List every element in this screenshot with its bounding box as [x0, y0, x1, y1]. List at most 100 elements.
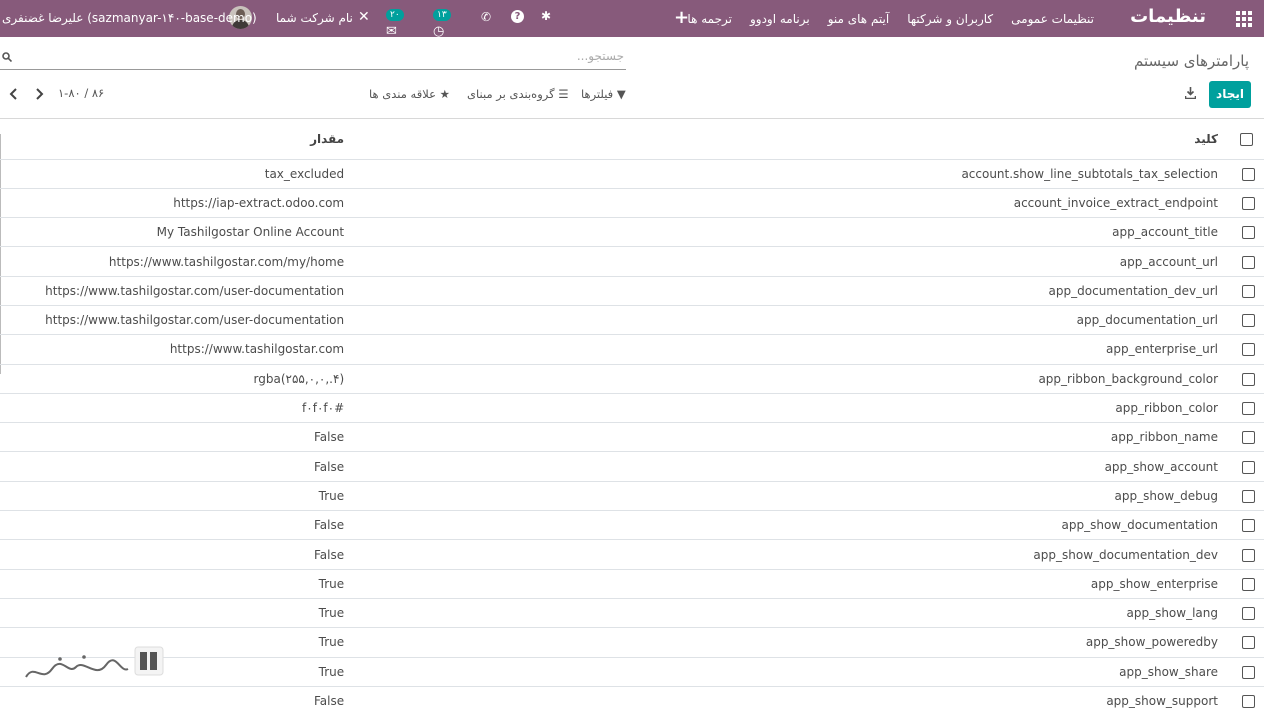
row-key[interactable]: app_ribbon_background_color — [948, 364, 1228, 394]
column-value[interactable]: مقدار — [0, 119, 949, 160]
user-menu[interactable]: علیرضا غضنفری (sazmanyar-۱۴۰-base-demo) — [2, 11, 257, 25]
create-button[interactable]: ایجاد — [1209, 81, 1251, 108]
row-key[interactable]: app_show_documentation_dev — [948, 539, 1228, 570]
table-row[interactable]: app_show_share True — [0, 657, 1264, 687]
chat-menu[interactable]: ۲۰ ✉ — [386, 9, 405, 39]
row-value[interactable]: True — [0, 569, 949, 599]
favorites-button[interactable]: علاقه مندی ها ★ — [369, 87, 450, 101]
row-key[interactable]: app_enterprise_url — [948, 334, 1228, 365]
search-icon[interactable] — [2, 52, 12, 62]
row-value[interactable]: My Tashilgostar Online Account — [0, 217, 949, 248]
row-value[interactable]: False — [0, 686, 949, 713]
column-key[interactable]: کلید — [948, 119, 1228, 160]
table-row[interactable]: app_enterprise_url https://www.tashilgost… — [0, 334, 1264, 365]
table-row[interactable]: app_show_documentation False — [0, 510, 1264, 541]
row-checkbox[interactable] — [1228, 305, 1264, 336]
row-key[interactable]: app_show_lang — [948, 598, 1228, 629]
select-all-checkbox[interactable] — [1228, 119, 1264, 160]
search-input[interactable] — [34, 49, 624, 63]
table-row[interactable]: app_account_url https://www.tashilgostar.… — [0, 246, 1264, 277]
activity-menu[interactable]: ۱۳ ◷ — [433, 9, 452, 39]
row-checkbox[interactable] — [1228, 422, 1264, 453]
row-key[interactable]: app_show_share — [948, 657, 1228, 687]
table-row[interactable]: app_show_enterprise True — [0, 569, 1264, 599]
row-checkbox[interactable] — [1228, 188, 1264, 219]
table-row[interactable]: app_account_title My Tashilgostar Online … — [0, 217, 1264, 248]
menu-users-companies[interactable]: کاربران و شرکتها — [907, 12, 993, 26]
chevron-left-icon[interactable] — [9, 87, 19, 101]
table-row[interactable]: app_show_documentation_dev False — [0, 539, 1264, 570]
row-checkbox[interactable] — [1228, 510, 1264, 541]
app-brand[interactable]: تنظیمات — [1130, 6, 1206, 27]
row-checkbox[interactable] — [1228, 217, 1264, 248]
row-key[interactable]: app_show_account — [948, 451, 1228, 482]
row-value[interactable]: rgba(۲۵۵,۰,۰,.۴) — [0, 364, 949, 394]
row-value[interactable]: False — [0, 539, 949, 570]
row-key[interactable]: app_show_poweredby — [948, 627, 1228, 658]
download-icon[interactable] — [1185, 87, 1196, 99]
table-row[interactable]: app_show_account False — [0, 451, 1264, 482]
row-key[interactable]: app_show_debug — [948, 481, 1228, 512]
table-row[interactable]: app_show_support False — [0, 686, 1264, 713]
row-key[interactable]: app_ribbon_name — [948, 422, 1228, 453]
row-value[interactable]: https://www.tashilgostar.com — [0, 334, 949, 365]
chevron-right-icon[interactable] — [34, 87, 44, 101]
row-key[interactable]: app_documentation_dev_url — [948, 276, 1228, 306]
row-value[interactable]: https://iap-extract.odoo.com — [0, 188, 949, 219]
row-checkbox[interactable] — [1228, 451, 1264, 482]
row-checkbox[interactable] — [1228, 598, 1264, 629]
row-key[interactable]: app_account_url — [948, 246, 1228, 277]
menu-menu-items[interactable]: آیتم های منو — [828, 12, 890, 26]
table-row[interactable]: account.show_line_subtotals_tax_selectio… — [0, 159, 1264, 189]
pager-value[interactable]: ۱-۸۰ / ۸۶ — [58, 86, 104, 100]
table-row[interactable]: app_show_lang True — [0, 598, 1264, 629]
row-checkbox[interactable] — [1228, 393, 1264, 424]
row-checkbox[interactable] — [1228, 276, 1264, 306]
row-value[interactable]: https://www.tashilgostar.com/user-docume… — [0, 276, 949, 306]
table-row[interactable]: app_ribbon_color #f۰f۰f۰ — [0, 393, 1264, 424]
row-value[interactable]: False — [0, 451, 949, 482]
row-checkbox[interactable] — [1228, 159, 1264, 189]
row-value[interactable]: #f۰f۰f۰ — [0, 393, 949, 424]
row-checkbox[interactable] — [1228, 569, 1264, 599]
table-row[interactable]: app_ribbon_background_color rgba(۲۵۵,۰,۰,… — [0, 364, 1264, 394]
row-checkbox[interactable] — [1228, 334, 1264, 365]
menu-odoo-app[interactable]: برنامه اودوو — [750, 12, 810, 26]
row-key[interactable]: app_show_support — [948, 686, 1228, 713]
company-switcher[interactable]: نام شرکت شما — [276, 11, 353, 25]
table-row[interactable]: app_show_debug True — [0, 481, 1264, 512]
row-checkbox[interactable] — [1228, 246, 1264, 277]
row-key[interactable]: account.show_line_subtotals_tax_selectio… — [948, 159, 1228, 189]
menu-translations[interactable]: ترجمه ها — [687, 12, 732, 26]
row-key[interactable]: app_ribbon_color — [948, 393, 1228, 424]
row-checkbox[interactable] — [1228, 627, 1264, 658]
plus-icon[interactable]: + — [674, 7, 689, 28]
row-key[interactable]: app_show_documentation — [948, 510, 1228, 541]
bug-icon[interactable]: ✱ — [541, 9, 551, 23]
tools-icon[interactable]: ✕ — [358, 9, 370, 25]
table-row[interactable]: app_documentation_url https://www.tashilg… — [0, 305, 1264, 336]
row-value[interactable]: https://www.tashilgostar.com/user-docume… — [0, 305, 949, 336]
row-checkbox[interactable] — [1228, 657, 1264, 687]
row-checkbox[interactable] — [1228, 539, 1264, 570]
row-value[interactable]: True — [0, 598, 949, 629]
row-value[interactable]: True — [0, 481, 949, 512]
table-row[interactable]: account_invoice_extract_endpoint https://… — [0, 188, 1264, 219]
menu-general-settings[interactable]: تنظیمات عمومی — [1011, 12, 1094, 26]
apps-grid-icon[interactable] — [1236, 11, 1252, 27]
row-key[interactable]: account_invoice_extract_endpoint — [948, 188, 1228, 219]
row-key[interactable]: app_show_enterprise — [948, 569, 1228, 599]
row-value[interactable]: https://www.tashilgostar.com/my/home — [0, 246, 949, 277]
help-icon[interactable]: ? — [511, 10, 524, 23]
row-value[interactable]: tax_excluded — [0, 159, 949, 189]
phone-icon[interactable]: ✆ — [481, 10, 491, 24]
row-key[interactable]: app_documentation_url — [948, 305, 1228, 336]
table-row[interactable]: app_documentation_dev_url https://www.tas… — [0, 276, 1264, 306]
row-checkbox[interactable] — [1228, 686, 1264, 713]
table-row[interactable]: app_show_poweredby True — [0, 627, 1264, 658]
groupby-button[interactable]: گروه‌بندی بر مبنای ☰ — [467, 87, 569, 101]
row-checkbox[interactable] — [1228, 481, 1264, 512]
row-value[interactable]: False — [0, 510, 949, 541]
filters-button[interactable]: فیلترها ▼ — [581, 87, 626, 101]
row-key[interactable]: app_account_title — [948, 217, 1228, 248]
